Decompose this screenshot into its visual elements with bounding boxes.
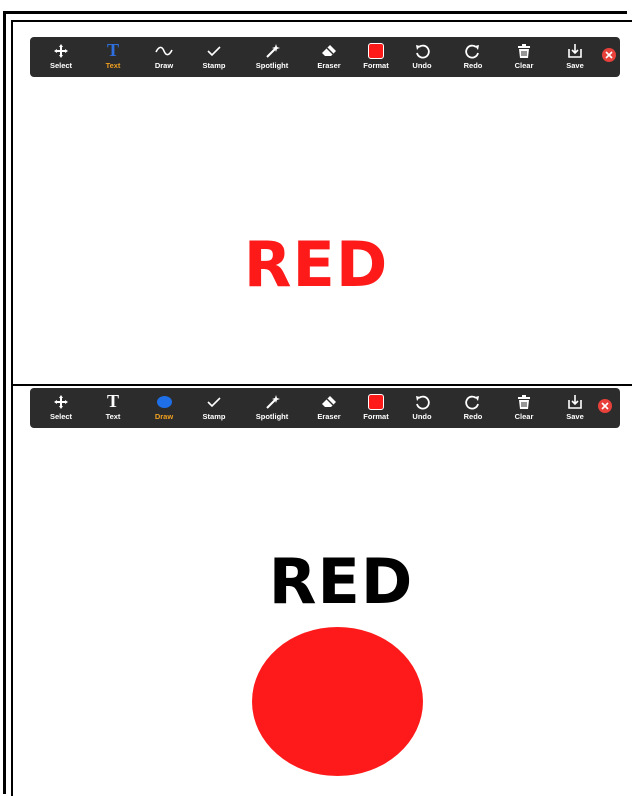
color-swatch-icon — [368, 41, 384, 60]
tool-label: Text — [105, 412, 121, 421]
tool-label: Stamp — [202, 412, 226, 421]
redo-icon — [465, 41, 481, 60]
eraser-tool[interactable]: Eraser — [304, 392, 354, 421]
move-icon — [53, 41, 69, 60]
tool-label: Save — [566, 412, 584, 421]
wand-icon — [264, 41, 280, 60]
move-icon — [53, 392, 69, 411]
undo-icon — [414, 41, 430, 60]
tool-label: Redo — [463, 61, 483, 70]
draw-tool[interactable]: Draw — [139, 41, 189, 70]
tool-label: Redo — [463, 412, 483, 421]
tool-label: Undo — [412, 61, 432, 70]
clear-tool[interactable]: Clear — [499, 392, 549, 421]
undo-tool[interactable]: Undo — [397, 41, 447, 70]
text-tool[interactable]: T Text — [88, 391, 138, 421]
tool-label: Select — [49, 412, 73, 421]
close-icon[interactable] — [602, 48, 616, 62]
text-tool[interactable]: T Text — [88, 40, 138, 70]
text-icon: T — [106, 391, 119, 411]
text-icon: T — [106, 40, 119, 60]
tool-label: Clear — [514, 412, 534, 421]
tool-label: Format — [363, 412, 389, 421]
ellipse-icon — [156, 392, 172, 411]
stamp-tool[interactable]: Stamp — [189, 41, 239, 70]
select-tool[interactable]: Select — [36, 41, 86, 70]
redo-tool[interactable]: Redo — [448, 392, 498, 421]
left-border — [11, 21, 13, 796]
tool-label: Draw — [154, 61, 174, 70]
clear-tool[interactable]: Clear — [499, 41, 549, 70]
tool-label: Spotlight — [255, 412, 289, 421]
select-tool[interactable]: Select — [36, 392, 86, 421]
canvas-text-black: RED — [268, 545, 414, 618]
save-icon — [567, 41, 583, 60]
redo-icon — [465, 392, 481, 411]
eraser-icon — [321, 41, 337, 60]
trash-icon — [517, 392, 531, 411]
checkmark-icon — [207, 41, 221, 60]
save-tool[interactable]: Save — [550, 392, 600, 421]
annotation-toolbar-bottom: Select T Text Draw Stamp Spotlight Erase… — [30, 388, 620, 428]
tool-label: Eraser — [317, 61, 341, 70]
eraser-icon — [321, 392, 337, 411]
wand-icon — [264, 392, 280, 411]
tool-label: Undo — [412, 412, 432, 421]
trash-icon — [517, 41, 531, 60]
undo-tool[interactable]: Undo — [397, 392, 447, 421]
panel-divider — [11, 384, 632, 386]
tool-label: Clear — [514, 61, 534, 70]
tool-label: Text — [105, 61, 121, 70]
undo-icon — [414, 392, 430, 411]
format-tool[interactable]: Format — [351, 392, 401, 421]
squiggle-icon — [155, 41, 173, 60]
tool-label: Draw — [154, 412, 174, 421]
save-tool[interactable]: Save — [550, 41, 600, 70]
drawn-red-ellipse — [252, 627, 423, 776]
tool-label: Eraser — [317, 412, 341, 421]
top-border — [11, 20, 632, 22]
tool-label: Stamp — [202, 61, 226, 70]
spotlight-tool[interactable]: Spotlight — [247, 392, 297, 421]
tool-label: Format — [363, 61, 389, 70]
format-tool[interactable]: Format — [351, 41, 401, 70]
tool-label: Save — [566, 61, 584, 70]
save-icon — [567, 392, 583, 411]
tool-label: Spotlight — [255, 61, 289, 70]
stamp-tool[interactable]: Stamp — [189, 392, 239, 421]
draw-tool[interactable]: Draw — [139, 392, 189, 421]
color-swatch-icon — [368, 392, 384, 411]
close-icon[interactable] — [598, 399, 612, 413]
canvas-text-red: RED — [243, 228, 389, 301]
annotation-toolbar-top: Select T Text Draw Stamp Spotlight Erase… — [30, 37, 620, 77]
spotlight-tool[interactable]: Spotlight — [247, 41, 297, 70]
eraser-tool[interactable]: Eraser — [304, 41, 354, 70]
checkmark-icon — [207, 392, 221, 411]
redo-tool[interactable]: Redo — [448, 41, 498, 70]
tool-label: Select — [49, 61, 73, 70]
